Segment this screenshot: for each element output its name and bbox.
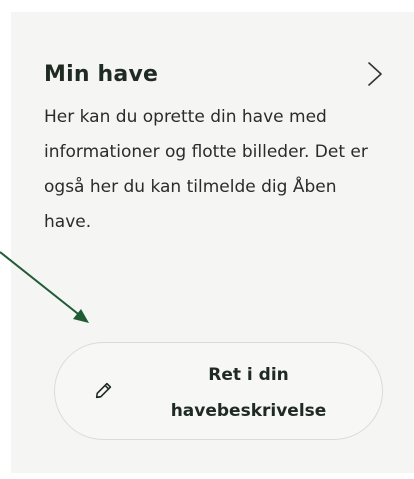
card-description: Her kan du oprette din have med informat… (44, 107, 368, 232)
pencil-edit-icon (95, 382, 112, 399)
edit-button-label-line2: havebeskrivelse (170, 401, 327, 421)
edit-button-label: Ret i din havebeskrivelse (135, 357, 362, 429)
edit-garden-description-button[interactable]: Ret i din havebeskrivelse (54, 342, 383, 440)
card-header-link[interactable]: Min have (44, 56, 384, 92)
card-title: Min have (44, 61, 159, 87)
edit-button-label-line1: Ret i din (208, 365, 289, 385)
chevron-right-icon (368, 62, 382, 86)
